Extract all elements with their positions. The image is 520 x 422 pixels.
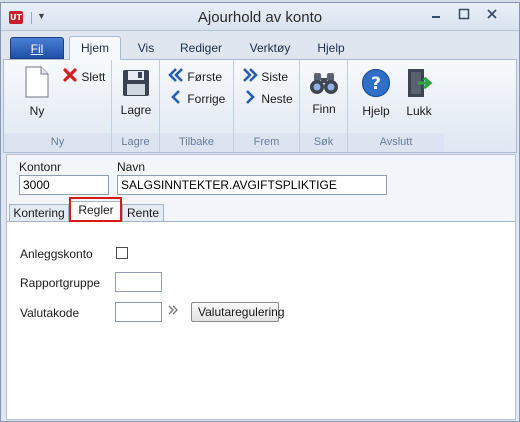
navn-label: Navn xyxy=(117,160,146,174)
tab-fil[interactable]: Fil xyxy=(10,37,64,59)
close-button[interactable]: Lukk xyxy=(402,68,436,118)
group-tilbake: Første Forrige Tilbake xyxy=(160,60,234,152)
previous-button[interactable]: Forrige xyxy=(168,90,225,108)
title-bar[interactable]: UT ▼ Ajourhold av konto xyxy=(1,3,519,31)
chevron-right-icon xyxy=(242,90,258,109)
double-chevron-left-icon xyxy=(168,68,184,87)
close-label: Lukk xyxy=(406,104,432,118)
double-chevron-right-icon[interactable] xyxy=(167,304,179,316)
exit-door-icon xyxy=(408,69,433,97)
first-label: Første xyxy=(187,70,223,84)
account-form: Kontonr Navn Kontering Regler Rente Anle… xyxy=(6,154,516,420)
new-label: Ny xyxy=(29,104,45,118)
tab-hjem[interactable]: Hjem xyxy=(69,36,121,60)
chevron-left-icon xyxy=(168,90,184,109)
rapportgruppe-label: Rapportgruppe xyxy=(20,276,101,290)
binoculars-icon xyxy=(310,73,338,94)
group-avslutt: ? Hjelp Lukk Avslutt xyxy=(348,60,444,152)
group-label-frem: Frem xyxy=(234,133,299,152)
tab-kontering[interactable]: Kontering xyxy=(9,204,69,222)
document-icon xyxy=(25,66,49,98)
delete-button[interactable]: Slett xyxy=(62,68,105,86)
kontonr-label: Kontonr xyxy=(19,160,62,174)
anleggskonto-label: Anleggskonto xyxy=(20,247,93,261)
group-label-avslutt: Avslutt xyxy=(348,133,444,152)
help-button[interactable]: ? Hjelp xyxy=(358,68,394,118)
first-button[interactable]: Første xyxy=(168,68,222,86)
last-button[interactable]: Siste xyxy=(242,68,288,86)
kontonr-field[interactable] xyxy=(19,175,109,195)
navn-field[interactable] xyxy=(117,175,387,195)
last-label: Siste xyxy=(261,70,289,84)
double-chevron-right-icon xyxy=(242,68,258,87)
form-tab-strip: Kontering Regler Rente xyxy=(7,201,515,222)
regler-panel: Anleggskonto Rapportgruppe Valutakode Va… xyxy=(7,221,515,419)
valutaregulering-button[interactable]: Valutaregulering xyxy=(191,302,285,322)
minimize-icon[interactable] xyxy=(425,7,447,25)
help-label: Hjelp xyxy=(362,104,390,118)
ribbon-panel: Ny Slett Ny Lagre Lagre Første Forrige T… xyxy=(3,59,517,153)
group-sok: Finn Søk xyxy=(300,60,348,152)
save-button[interactable]: Lagre xyxy=(117,69,155,117)
find-button[interactable]: Finn xyxy=(304,70,344,116)
anleggskonto-checkbox[interactable] xyxy=(116,247,128,259)
tab-regler[interactable]: Regler xyxy=(70,201,122,222)
tab-vis[interactable]: Vis xyxy=(129,39,163,59)
group-label-ny: Ny xyxy=(4,133,111,152)
save-label: Lagre xyxy=(120,103,152,117)
find-label: Finn xyxy=(312,102,336,116)
rapportgruppe-field[interactable] xyxy=(115,272,162,292)
previous-label: Forrige xyxy=(187,92,226,106)
tab-verktoy[interactable]: Verktøy xyxy=(241,39,299,59)
floppy-disk-icon xyxy=(123,70,149,96)
svg-text:?: ? xyxy=(371,74,381,94)
new-button[interactable]: Ny xyxy=(18,66,56,118)
group-label-lagre: Lagre xyxy=(112,133,159,152)
next-button[interactable]: Neste xyxy=(242,90,293,108)
tab-hjelp[interactable]: Hjelp xyxy=(309,39,353,59)
group-lagre: Lagre Lagre xyxy=(112,60,160,152)
account-window: UT ▼ Ajourhold av konto Fil Hjem Vis Red… xyxy=(0,2,520,422)
ribbon-tab-bar: Fil Hjem Vis Rediger Verktøy Hjelp xyxy=(1,33,519,60)
group-label-sok: Søk xyxy=(300,133,347,152)
valutakode-label: Valutakode xyxy=(20,306,80,320)
maximize-icon[interactable] xyxy=(453,7,475,25)
help-icon: ? xyxy=(361,68,391,98)
delete-x-icon xyxy=(62,68,78,87)
group-label-tilbake: Tilbake xyxy=(160,133,233,152)
next-label: Neste xyxy=(261,92,293,106)
close-icon[interactable] xyxy=(481,7,503,25)
tab-rediger[interactable]: Rediger xyxy=(173,39,229,59)
group-frem: Siste Neste Frem xyxy=(234,60,300,152)
group-ny: Ny Slett Ny xyxy=(4,60,112,152)
tab-rente[interactable]: Rente xyxy=(122,204,164,222)
delete-label: Slett xyxy=(81,70,106,84)
valutakode-field[interactable] xyxy=(115,302,162,322)
